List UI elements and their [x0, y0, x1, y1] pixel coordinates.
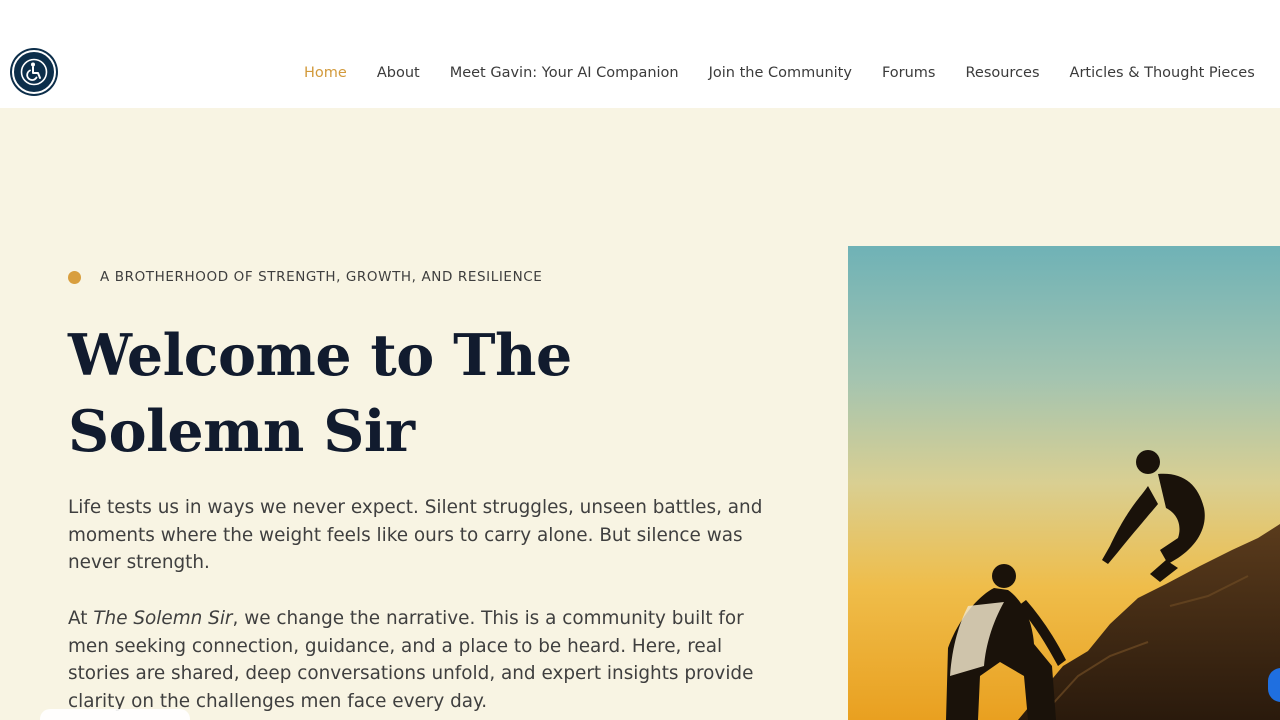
nav-meet-gavin[interactable]: Meet Gavin: Your AI Companion	[450, 62, 679, 84]
nav-about[interactable]: About	[377, 62, 420, 84]
hero-section: A BROTHERHOOD OF STRENGTH, GROWTH, AND R…	[0, 108, 1280, 720]
accessibility-button[interactable]	[12, 50, 56, 94]
para2-prefix: At	[68, 608, 94, 629]
community-paragraph: At The Solemn Sir, we change the narrati…	[68, 605, 768, 716]
eyebrow-text: A BROTHERHOOD OF STRENGTH, GROWTH, AND R…	[100, 269, 543, 285]
chat-bubble-icon[interactable]	[1268, 668, 1280, 702]
hero-eyebrow: A BROTHERHOOD OF STRENGTH, GROWTH, AND R…	[68, 269, 542, 285]
nav-resources[interactable]: Resources	[965, 62, 1039, 84]
wheelchair-accessibility-icon	[20, 58, 48, 86]
hero-image	[848, 246, 1280, 720]
site-header: Home About Meet Gavin: Your AI Companion…	[0, 0, 1280, 108]
bottom-overlay-tab[interactable]	[40, 709, 190, 720]
bullet-dot-icon	[68, 270, 81, 284]
page-title: Welcome to The Solemn Sir	[68, 322, 572, 465]
nav-articles[interactable]: Articles & Thought Pieces	[1070, 62, 1255, 84]
nav-join-community[interactable]: Join the Community	[709, 62, 852, 84]
nav-forums[interactable]: Forums	[882, 62, 936, 84]
main-nav: Home About Meet Gavin: Your AI Companion…	[304, 62, 1280, 84]
intro-paragraph: Life tests us in ways we never expect. S…	[68, 497, 763, 574]
climbers-silhouette-image	[848, 246, 1280, 720]
brand-name: The Solemn Sir	[93, 608, 233, 629]
nav-home[interactable]: Home	[304, 62, 347, 84]
